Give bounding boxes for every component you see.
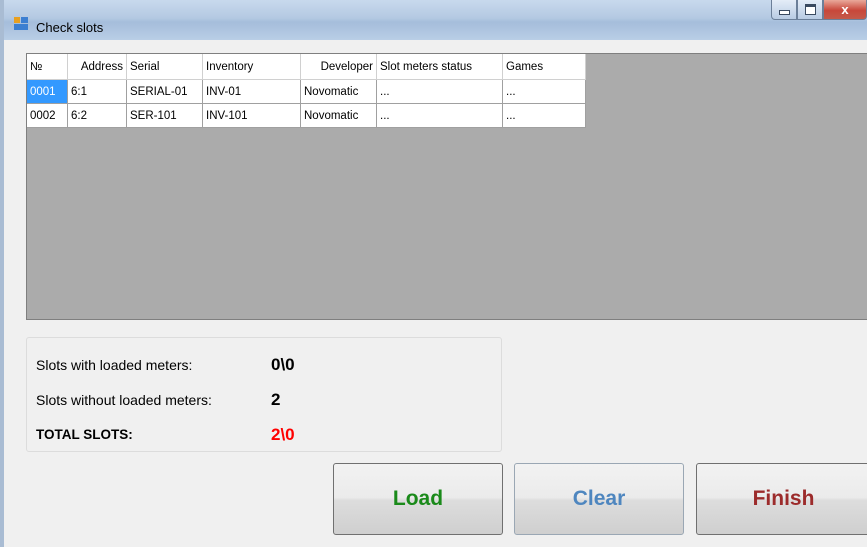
minimize-button[interactable] — [771, 0, 797, 20]
cell-address[interactable]: 6:2 — [67, 103, 127, 128]
maximize-button[interactable] — [797, 0, 823, 20]
column-header-serial[interactable]: Serial — [126, 54, 203, 80]
title-bar[interactable]: Check slots x — [4, 0, 867, 40]
maximize-icon — [804, 4, 816, 15]
table-row[interactable]: 0001 6:1 SERIAL-01 INV-01 Novomatic ... … — [27, 79, 586, 104]
app-icon — [14, 17, 28, 30]
close-icon: x — [841, 2, 849, 17]
close-button[interactable]: x — [823, 0, 867, 20]
column-header-address[interactable]: Address — [67, 54, 127, 80]
grid-header-row: № Address Serial Inventory Developer Slo… — [27, 54, 586, 80]
cell-serial[interactable]: SER-101 — [126, 103, 203, 128]
cell-meters-status[interactable]: ... — [376, 79, 503, 104]
minimize-icon — [778, 10, 790, 15]
unloaded-meters-label: Slots without loaded meters: — [36, 392, 212, 408]
total-slots-label: TOTAL SLOTS: — [36, 427, 133, 442]
check-slots-window: Check slots x № Address Serial Inventory… — [0, 0, 867, 547]
cell-inventory[interactable]: INV-101 — [202, 103, 301, 128]
cell-developer[interactable]: Novomatic — [300, 79, 377, 104]
clear-button[interactable]: Clear — [514, 463, 684, 535]
table-row[interactable]: 0002 6:2 SER-101 INV-101 Novomatic ... .… — [27, 103, 586, 128]
slots-grid[interactable]: № Address Serial Inventory Developer Slo… — [26, 53, 867, 320]
column-header-developer[interactable]: Developer — [300, 54, 377, 80]
loaded-meters-label: Slots with loaded meters: — [36, 357, 193, 373]
cell-games[interactable]: ... — [502, 103, 586, 128]
cell-number[interactable]: 0002 — [27, 103, 68, 128]
unloaded-meters-value: 2 — [271, 390, 281, 409]
cell-inventory[interactable]: INV-01 — [202, 79, 301, 104]
column-header-games[interactable]: Games — [502, 54, 586, 80]
window-title: Check slots — [36, 20, 104, 35]
cell-serial[interactable]: SERIAL-01 — [126, 79, 203, 104]
cell-address[interactable]: 6:1 — [67, 79, 127, 104]
column-header-meters-status[interactable]: Slot meters status — [376, 54, 503, 80]
finish-button[interactable]: Finish — [696, 463, 867, 535]
stats-panel: Slots with loaded meters: 0\0 Slots with… — [26, 337, 502, 452]
cell-games[interactable]: ... — [502, 79, 586, 104]
cell-number[interactable]: 0001 — [27, 79, 68, 104]
column-header-inventory[interactable]: Inventory — [202, 54, 301, 80]
loaded-meters-value: 0\0 — [271, 355, 295, 374]
total-slots-value: 2\0 — [271, 425, 295, 444]
cell-meters-status[interactable]: ... — [376, 103, 503, 128]
column-header-number[interactable]: № — [27, 54, 68, 80]
load-button[interactable]: Load — [333, 463, 503, 535]
cell-developer[interactable]: Novomatic — [300, 103, 377, 128]
